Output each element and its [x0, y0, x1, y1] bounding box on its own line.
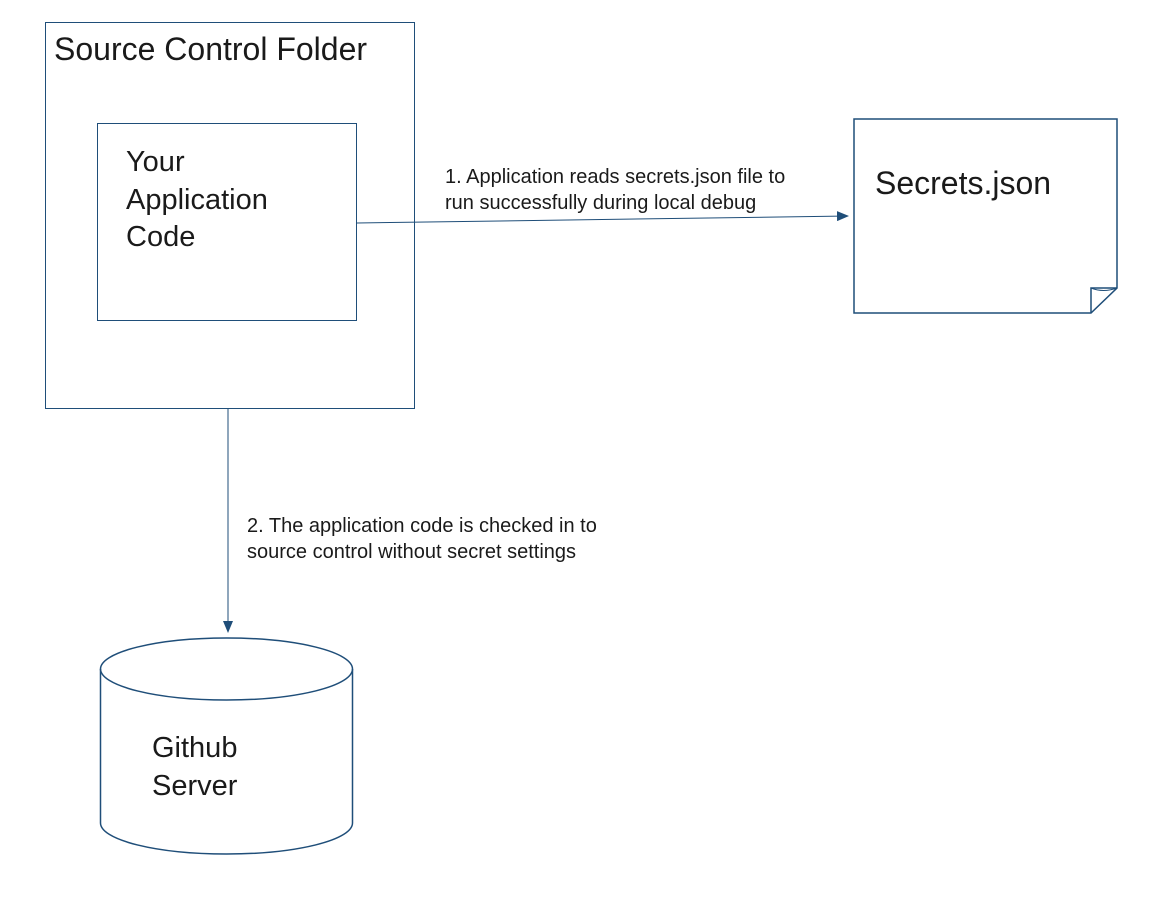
application-code-label: YourApplicationCode [126, 144, 268, 257]
github-server-label: GithubServer [152, 730, 237, 805]
arrow-to-secrets [357, 216, 848, 223]
source-control-folder-title: Source Control Folder [54, 31, 367, 68]
application-code-box: YourApplicationCode [97, 123, 357, 321]
arrow-label-secrets: 1. Application reads secrets.json file t… [445, 164, 845, 216]
secrets-document-shape [853, 118, 1118, 314]
diagram-container: Source Control Folder YourApplicationCod… [0, 0, 1165, 911]
arrow-label-github: 2. The application code is checked in to… [247, 513, 627, 565]
secrets-document-label: Secrets.json [875, 165, 1051, 202]
